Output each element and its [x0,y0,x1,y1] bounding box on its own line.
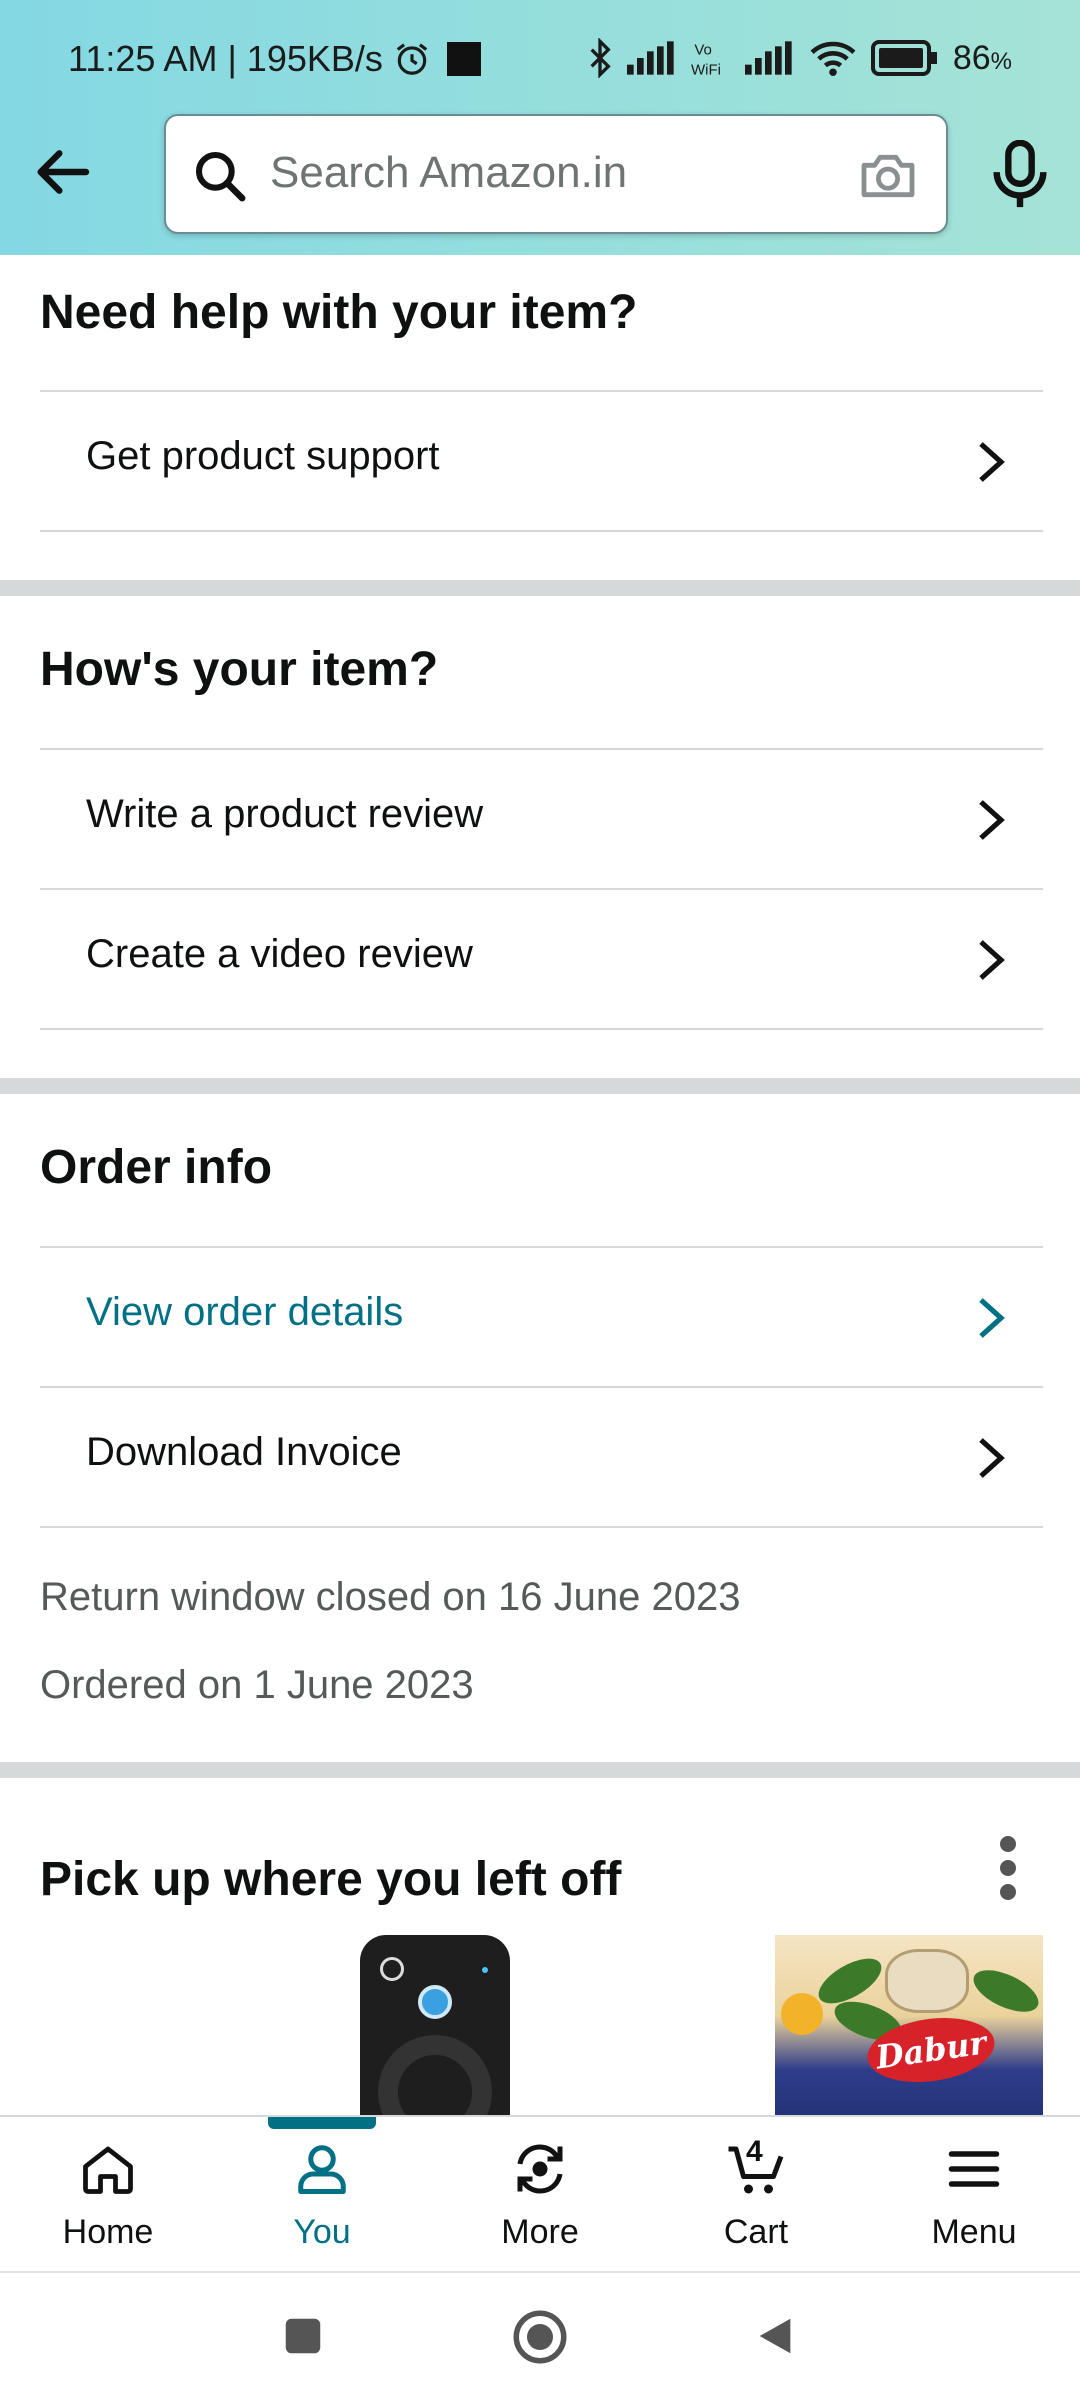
nav-label: Home [62,2213,154,2251]
svg-text:Vo: Vo [694,42,712,59]
home-button-icon[interactable] [510,2307,570,2367]
indicator-light-graphic [482,1967,488,1973]
nav-cart[interactable]: 4 Cart [648,2117,864,2273]
view-order-details-row[interactable]: View order details [40,1246,1043,1386]
alarm-icon [396,43,428,75]
row-label: Download Invoice [86,1430,402,1474]
flower-graphic [781,1993,823,2035]
microphone-icon[interactable] [990,140,1050,210]
section-divider [0,580,1080,596]
back-arrow-icon[interactable] [30,140,94,204]
ordered-date-text: Ordered on 1 June 2023 [40,1663,474,1707]
chevron-right-icon [979,442,1005,482]
review-section-title: How's your item? [40,643,439,696]
signal-icon-2 [744,41,792,75]
nav-label: You [293,2213,351,2251]
status-separator: | [227,38,237,79]
row-label: Write a product review [86,792,484,836]
chevron-right-icon [979,940,1005,980]
recent-apps-icon[interactable] [280,2313,326,2359]
status-speed: 195KB/s [246,38,383,79]
row-label: Get product support [86,434,440,478]
user-icon [298,2145,346,2194]
nav-menu[interactable]: Menu [866,2117,1080,2273]
home-icon [83,2146,133,2194]
back-button-icon[interactable] [752,2313,798,2359]
row-label: Create a video review [86,932,473,976]
product-thumbnail-remote[interactable] [360,1935,510,2149]
row-divider [40,1028,1043,1030]
nav-label: Menu [931,2213,1017,2251]
battery-icon [870,40,937,76]
download-invoice-row[interactable]: Download Invoice [40,1386,1043,1526]
view-order-details-link: View order details [86,1290,404,1334]
power-button-graphic [380,1957,404,1981]
status-right: Vo WiFi 86% [587,38,1012,78]
video-review-row[interactable]: Create a video review [40,888,1043,1028]
write-review-row[interactable]: Write a product review [40,748,1043,888]
root-graphic [885,1949,969,2013]
bottom-navigation: Home You More 4 Cart Menu [0,2115,1080,2271]
wifi-icon [810,41,856,77]
get-product-support-row[interactable]: Get product support [40,390,1043,530]
search-input[interactable]: Search Amazon.in [164,114,948,234]
more-options-icon[interactable] [996,1836,1020,1900]
bluetooth-icon [590,38,611,78]
battery-level: 86% [952,38,1012,77]
notification-icon [446,42,481,76]
nav-you[interactable]: You [214,2117,430,2273]
system-navigation-bar [0,2271,1080,2400]
chevron-right-icon [979,1438,1005,1478]
status-time: 11:25 AM [68,38,218,79]
camera-icon[interactable] [856,144,920,208]
chevron-right-icon [979,1298,1005,1338]
status-left: 11:25 AM | 195KB/s [68,38,481,80]
signal-icon [626,41,674,75]
section-divider [0,1762,1080,1778]
svg-text:WiFi: WiFi [691,62,721,78]
cart-count-badge: 4 [746,2135,763,2168]
recent-section-title: Pick up where you left off [40,1853,622,1906]
nav-label: More [501,2213,579,2251]
product-thumbnail-dabur[interactable]: Dabur [775,1935,1043,2115]
help-section-title: Need help with your item? [40,286,638,339]
hamburger-menu-icon [948,2151,1000,2187]
nav-label: Cart [723,2213,789,2251]
search-icon [195,151,246,202]
order-section-title: Order info [40,1141,273,1194]
search-placeholder: Search Amazon.in [270,148,628,197]
return-window-text: Return window closed on 16 June 2023 [40,1575,741,1619]
alexa-button-graphic [418,1985,452,2019]
leaf-graphic [967,1961,1043,2021]
row-divider [40,1526,1043,1528]
status-bar: 11:25 AM | 195KB/s Vo WiFi 86% [0,0,1080,110]
nav-more[interactable]: More [432,2117,648,2273]
row-divider [40,530,1043,532]
section-divider [0,1078,1080,1094]
header: 11:25 AM | 195KB/s Vo WiFi 86% Search Am… [0,0,1080,255]
vowifi-icon: Vo WiFi [691,42,721,78]
chevron-right-icon [979,800,1005,840]
nav-home[interactable]: Home [0,2117,216,2273]
refresh-icon [517,2144,563,2194]
